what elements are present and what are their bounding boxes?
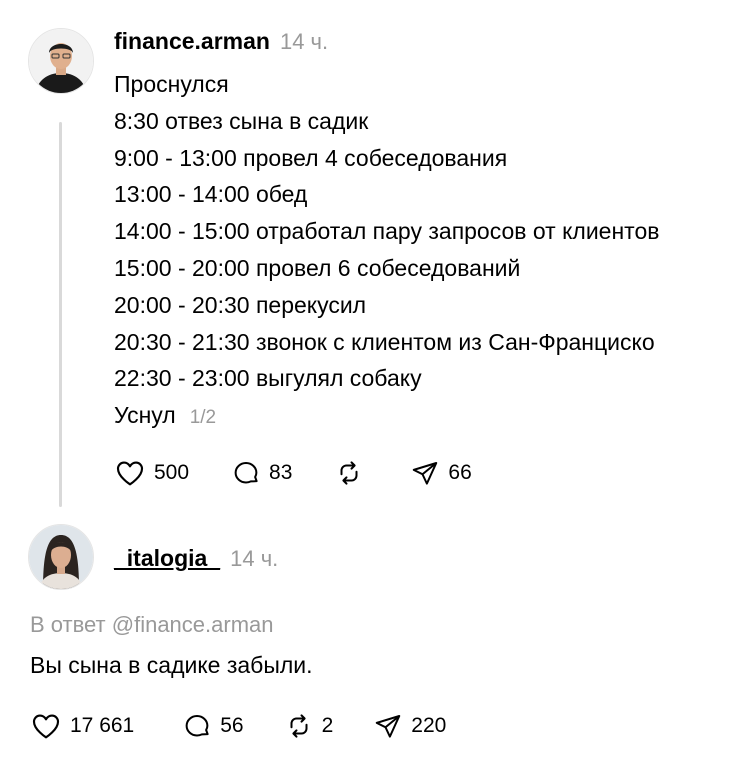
like-button[interactable]: 500 — [114, 457, 189, 489]
post-line: Проснулся — [114, 71, 229, 97]
post-line-last: Уснул 1/2 — [114, 397, 659, 437]
comment-count: 83 — [269, 461, 293, 484]
post-time: 14 ч. — [279, 29, 329, 54]
reply-to-label[interactable]: В ответ @finance.arman — [30, 612, 274, 638]
reply-repost-button[interactable]: 2 — [284, 711, 334, 741]
post-line: 22:30 - 23:00 выгулял собаку — [114, 365, 422, 392]
post-line: 8:30 отвез сына в садик — [114, 107, 369, 134]
comment-icon — [234, 462, 258, 484]
repost-icon — [290, 714, 308, 738]
reply-comment-count: 56 — [220, 714, 244, 737]
repost-button[interactable] — [334, 458, 364, 488]
post-pager[interactable]: 1/2 — [190, 407, 216, 428]
reply-share-count: 220 — [411, 714, 447, 737]
post-line: 9:00 - 13:00 провел 4 собеседования — [114, 144, 508, 171]
post-line: 13:00 - 14:00 обед — [114, 181, 308, 208]
reply-actions: 17 661 56 2 220 — [30, 710, 446, 742]
reply-comment-button[interactable]: 56 — [182, 711, 244, 741]
share-icon — [413, 462, 438, 485]
heart-icon — [116, 461, 144, 486]
share-icon — [376, 715, 401, 738]
post-author-avatar[interactable] — [28, 28, 94, 94]
reply-like-button[interactable]: 17 661 — [30, 710, 134, 742]
post-line: 15:00 - 20:00 провел 6 собеседований — [114, 254, 521, 281]
reply-text: Вы сына в садике забыли. — [30, 652, 313, 678]
heart-icon — [32, 714, 60, 739]
post-line: 14:00 - 15:00 отработал пару запросов от… — [114, 218, 660, 245]
reply-header: _italogia_ 14 ч. — [114, 545, 278, 572]
avatar-photo — [29, 29, 93, 93]
post-last-text: Уснул — [114, 402, 176, 429]
post-body: Проснулся 8:30 отвез сына в садик 9:00 -… — [114, 66, 659, 437]
share-button[interactable]: 66 — [410, 458, 472, 488]
comment-button[interactable]: 83 — [231, 458, 292, 488]
post-header: finance.arman 14 ч. — [114, 28, 328, 55]
repost-icon — [340, 461, 358, 485]
post-line: 20:30 - 21:30 звонок с клиентом из Сан-Ф… — [114, 328, 655, 355]
reply-share-button[interactable]: 220 — [373, 711, 446, 741]
comment-icon — [185, 715, 209, 737]
post-line: 20:00 - 20:30 перекусил — [114, 291, 367, 318]
reply-time: 14 ч. — [230, 546, 279, 571]
thread-line — [59, 122, 62, 507]
reply-author-avatar[interactable] — [28, 524, 94, 590]
share-count: 66 — [448, 461, 472, 484]
like-count: 500 — [154, 461, 190, 484]
reply-like-count: 17 661 — [70, 714, 135, 737]
post-username[interactable]: finance.arman — [114, 28, 270, 54]
post-actions: 500 83 66 — [114, 457, 472, 489]
reply-username[interactable]: _italogia_ — [114, 545, 220, 571]
avatar-photo — [29, 525, 93, 589]
reply-repost-count: 2 — [321, 714, 334, 737]
